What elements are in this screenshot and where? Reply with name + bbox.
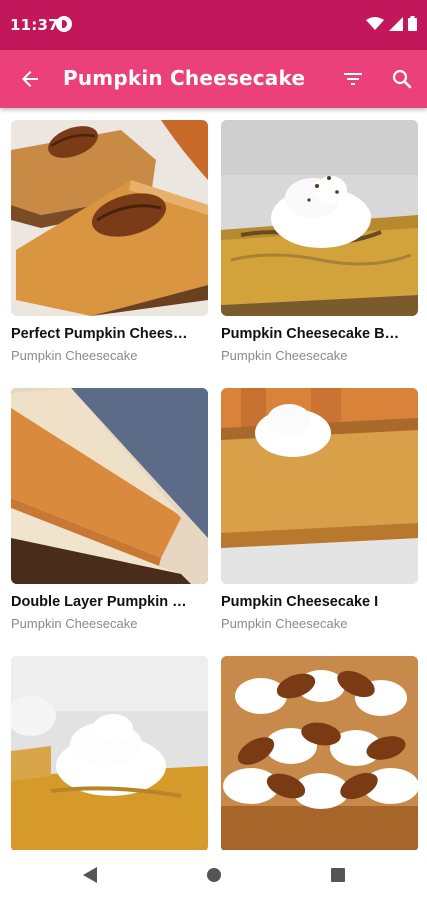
recipe-image bbox=[221, 120, 418, 316]
recipe-subtitle: Pumpkin Cheesecake bbox=[221, 616, 348, 631]
recipe-card[interactable]: Double Layer Pumpkin … Pumpkin Cheesecak… bbox=[11, 388, 208, 631]
system-nav-bar bbox=[0, 850, 427, 900]
nav-recents-icon[interactable] bbox=[330, 866, 346, 884]
recipe-title: Pumpkin Cheesecake B… bbox=[221, 326, 400, 342]
app-bar: Pumpkin Cheesecake bbox=[0, 50, 427, 108]
recipe-card[interactable]: Perfect Pumpkin Chees… Pumpkin Cheesecak… bbox=[11, 120, 208, 363]
recipe-image bbox=[11, 120, 208, 316]
search-icon[interactable] bbox=[390, 67, 414, 91]
recipe-card[interactable]: Pumpkin Cheesecake B… Pumpkin Cheesecake bbox=[221, 120, 418, 363]
battery-icon bbox=[408, 16, 417, 31]
recipe-title: Pumpkin Cheesecake I bbox=[221, 594, 379, 610]
notification-icon bbox=[56, 16, 72, 32]
nav-home-icon[interactable] bbox=[206, 866, 222, 884]
recipe-image bbox=[221, 388, 418, 584]
status-bar: 11:37 bbox=[0, 0, 427, 50]
recipe-image bbox=[11, 388, 208, 584]
recipe-title: Perfect Pumpkin Chees… bbox=[11, 326, 188, 342]
recipe-subtitle: Pumpkin Cheesecake bbox=[221, 348, 348, 363]
recipe-card[interactable] bbox=[221, 656, 418, 850]
nav-back-icon[interactable] bbox=[82, 866, 98, 884]
recipe-subtitle: Pumpkin Cheesecake bbox=[11, 616, 138, 631]
recipe-image bbox=[11, 656, 208, 850]
back-arrow-icon[interactable] bbox=[18, 67, 42, 91]
recipe-card[interactable] bbox=[11, 656, 208, 850]
recipe-card[interactable]: Pumpkin Cheesecake I Pumpkin Cheesecake bbox=[221, 388, 418, 631]
recipe-title: Double Layer Pumpkin … bbox=[11, 594, 187, 610]
recipe-grid: Perfect Pumpkin Chees… Pumpkin Cheesecak… bbox=[0, 108, 427, 850]
signal-icon bbox=[389, 16, 403, 31]
status-time: 11:37 bbox=[10, 16, 59, 34]
recipe-subtitle: Pumpkin Cheesecake bbox=[11, 348, 138, 363]
wifi-icon bbox=[366, 16, 384, 30]
filter-icon[interactable] bbox=[341, 67, 365, 91]
status-icons bbox=[366, 16, 417, 31]
page-title: Pumpkin Cheesecake bbox=[63, 66, 306, 90]
recipe-image bbox=[221, 656, 418, 850]
